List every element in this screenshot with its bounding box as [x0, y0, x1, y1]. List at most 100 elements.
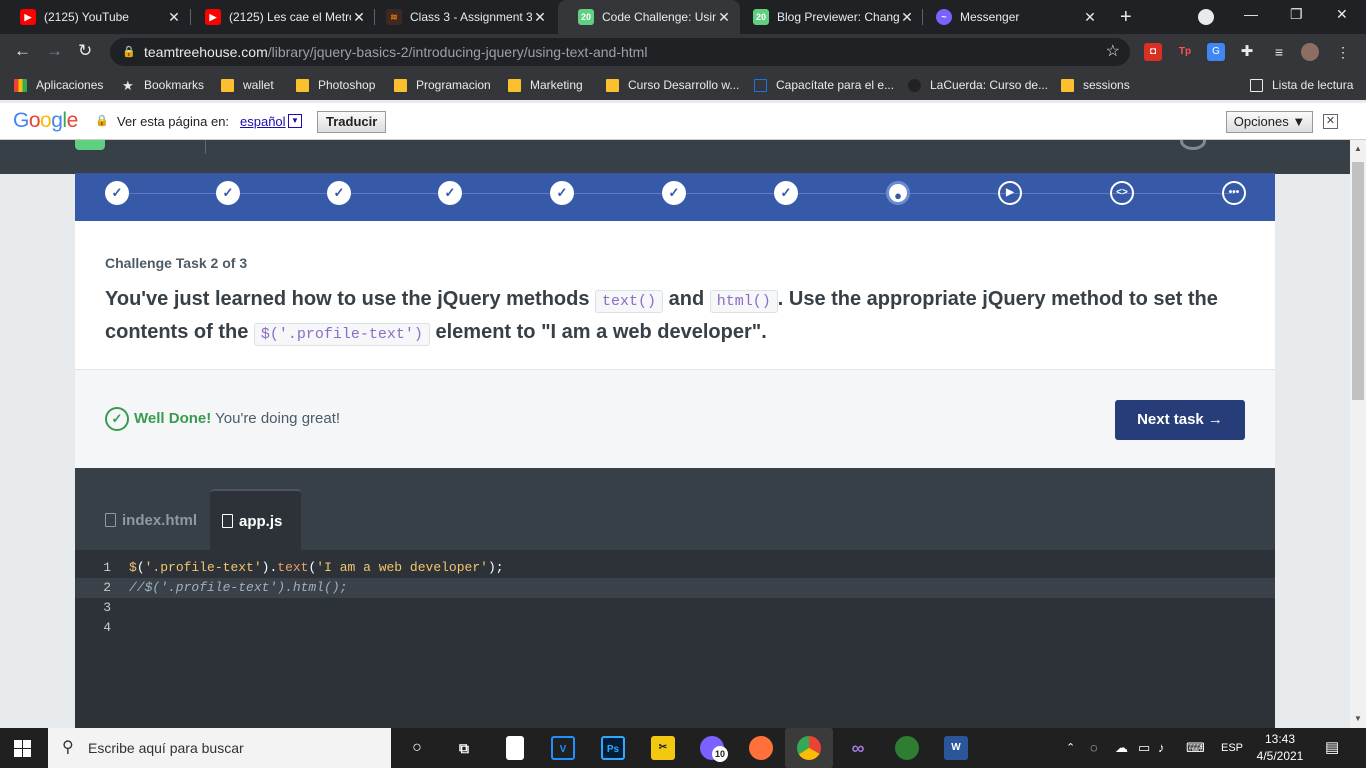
- bookmark-folder[interactable]: Programacion: [394, 70, 491, 100]
- volume-icon[interactable]: ♪: [1158, 728, 1165, 768]
- visual-studio-icon[interactable]: ∞: [846, 736, 870, 760]
- code-area[interactable]: 1 $('.profile-text').text('I am a web de…: [75, 550, 1275, 728]
- scroll-down-icon[interactable]: ▼: [1354, 714, 1362, 723]
- close-tab-icon[interactable]: ✕: [1082, 9, 1098, 26]
- new-tab-button[interactable]: +: [1120, 6, 1132, 29]
- extension-icon[interactable]: Tp: [1176, 43, 1194, 61]
- chevron-down-icon[interactable]: ▼: [288, 114, 302, 128]
- reload-icon[interactable]: ↻: [78, 41, 92, 61]
- cloud-icon[interactable]: ☁: [1115, 728, 1128, 768]
- step-complete-icon[interactable]: ✓: [105, 181, 129, 205]
- notifications-icon[interactable]: ▤: [1325, 728, 1339, 768]
- page-viewport: ✓ ✓ ✓ ✓ ✓ ✓ ✓ ● ▶ <> ••• Challenge Task …: [0, 140, 1350, 728]
- file-tab-index-html[interactable]: index.html: [93, 489, 209, 551]
- check-circle-icon: ✓: [105, 407, 129, 431]
- reading-list[interactable]: Lista de lectura: [1250, 70, 1353, 100]
- taskbar-search-input[interactable]: ⚲ Escribe aquí para buscar: [48, 728, 391, 768]
- windows-start-icon[interactable]: [14, 740, 31, 760]
- file-tab-app-js[interactable]: app.js: [210, 489, 301, 551]
- star-icon[interactable]: ☆: [1106, 38, 1120, 66]
- forward-icon[interactable]: →: [46, 41, 63, 61]
- code-line[interactable]: 2 //$('.profile-text').html();: [75, 578, 1275, 598]
- messenger-icon[interactable]: 10: [700, 736, 728, 762]
- bookmark-folder[interactable]: Photoshop: [296, 70, 375, 100]
- bookmark-folder[interactable]: Marketing: [508, 70, 583, 100]
- next-task-button[interactable]: Next task →: [1115, 400, 1245, 440]
- close-tab-icon[interactable]: ✕: [351, 9, 367, 26]
- google-translate-icon[interactable]: G: [1207, 43, 1225, 61]
- step-video-icon[interactable]: ▶: [998, 181, 1022, 205]
- folder-icon: [394, 78, 407, 92]
- network-icon[interactable]: ◌: [1090, 728, 1098, 768]
- battery-icon[interactable]: ▭: [1138, 728, 1150, 768]
- scrollbar-thumb[interactable]: [1352, 162, 1364, 400]
- minimize-icon[interactable]: —: [1244, 6, 1258, 22]
- bookmark-item[interactable]: LaCuerda: Curso de...: [908, 70, 1048, 100]
- input-language[interactable]: ESP: [1221, 728, 1243, 768]
- code-line[interactable]: 1 $('.profile-text').text('I am a web de…: [75, 558, 1275, 578]
- extension-icon[interactable]: ◘: [1144, 43, 1162, 61]
- code-line[interactable]: 4: [75, 618, 1275, 638]
- close-tab-icon[interactable]: ✕: [899, 9, 915, 26]
- browser-tab[interactable]: 20 Blog Previewer: Chang ✕: [733, 0, 923, 34]
- translate-button[interactable]: Traducir: [317, 111, 387, 133]
- treehouse-logo[interactable]: [75, 140, 105, 150]
- scroll-up-icon[interactable]: ▲: [1354, 144, 1362, 153]
- avatar[interactable]: [1301, 43, 1319, 61]
- snipping-icon[interactable]: ✂: [651, 736, 675, 760]
- page-scrollbar[interactable]: ▲ ▼: [1350, 140, 1366, 728]
- step-complete-icon[interactable]: ✓: [774, 181, 798, 205]
- keyboard-icon[interactable]: ⌨: [1186, 728, 1205, 768]
- code-line[interactable]: 3: [75, 598, 1275, 618]
- step-complete-icon[interactable]: ✓: [438, 181, 462, 205]
- language-select[interactable]: español: [240, 114, 286, 129]
- word-icon[interactable]: W: [944, 736, 968, 760]
- vsix-icon[interactable]: V: [551, 736, 575, 760]
- close-tab-icon[interactable]: ✕: [716, 9, 732, 26]
- step-complete-icon[interactable]: ✓: [550, 181, 574, 205]
- task-view-icon[interactable]: ⧉: [452, 736, 476, 760]
- step-complete-icon[interactable]: ✓: [662, 181, 686, 205]
- close-window-icon[interactable]: ✕: [1336, 6, 1348, 23]
- step-complete-icon[interactable]: ✓: [327, 181, 351, 205]
- bookmark-item[interactable]: Capacítate para el e...: [754, 70, 894, 100]
- bookmark-folder[interactable]: Curso Desarrollo w...: [606, 70, 739, 100]
- puzzle-icon[interactable]: ✚: [1238, 43, 1256, 61]
- browser-tab[interactable]: ▶ (2125) Les cae el Metro ✕: [185, 0, 375, 34]
- step-more-icon[interactable]: •••: [1222, 181, 1246, 205]
- bookmark-folder[interactable]: wallet: [221, 70, 274, 100]
- back-icon[interactable]: ←: [14, 41, 31, 61]
- avatar[interactable]: [1180, 140, 1206, 150]
- search-icon: ⚲: [62, 739, 74, 756]
- challenge-progress-bar: ✓ ✓ ✓ ✓ ✓ ✓ ✓ ● ▶ <> •••: [75, 173, 1275, 221]
- address-bar[interactable]: 🔒 teamtreehouse.com/library/jquery-basic…: [110, 38, 1130, 66]
- step-complete-icon[interactable]: ✓: [216, 181, 240, 205]
- bookmark-apps[interactable]: Aplicaciones: [14, 70, 103, 100]
- firefox-icon[interactable]: [749, 736, 773, 760]
- step-code-icon[interactable]: <>: [1110, 181, 1134, 205]
- options-button[interactable]: Opciones ▼: [1226, 111, 1313, 133]
- cortana-icon[interactable]: ○: [405, 736, 429, 760]
- file-icon[interactable]: [506, 736, 524, 760]
- notification-badge: 10: [712, 746, 728, 762]
- close-tab-icon[interactable]: ✕: [532, 9, 548, 26]
- bookmark-item[interactable]: ★ Bookmarks: [122, 70, 204, 100]
- photoshop-icon[interactable]: Ps: [601, 736, 625, 760]
- step-current-icon[interactable]: ●: [886, 181, 910, 205]
- menu-icon[interactable]: ⋮: [1334, 43, 1352, 61]
- browser-tab[interactable]: ≋ Class 3 - Assignment 3 ✕: [366, 0, 556, 34]
- browser-tab[interactable]: ~ Messenger ✕: [916, 0, 1106, 34]
- restore-icon[interactable]: ❐: [1290, 6, 1303, 23]
- tab-search-icon[interactable]: [1198, 9, 1214, 25]
- tray-chevron-icon[interactable]: ⌃: [1066, 728, 1075, 768]
- system-clock[interactable]: 13:43 4/5/2021: [1250, 731, 1310, 765]
- vpn-shield-icon[interactable]: [895, 736, 919, 760]
- close-tab-icon[interactable]: ✕: [166, 9, 182, 26]
- close-icon[interactable]: ✕: [1323, 114, 1338, 129]
- browser-tab-active[interactable]: 20 Code Challenge: Using ✕: [558, 0, 740, 34]
- reading-mode-icon[interactable]: ≡: [1270, 43, 1288, 61]
- bookmark-folder[interactable]: sessions: [1061, 70, 1130, 100]
- browser-tab[interactable]: ▶ (2125) YouTube ✕: [0, 0, 190, 34]
- treehouse-icon: 20: [753, 9, 769, 25]
- taskbar-chrome-active[interactable]: [785, 728, 833, 768]
